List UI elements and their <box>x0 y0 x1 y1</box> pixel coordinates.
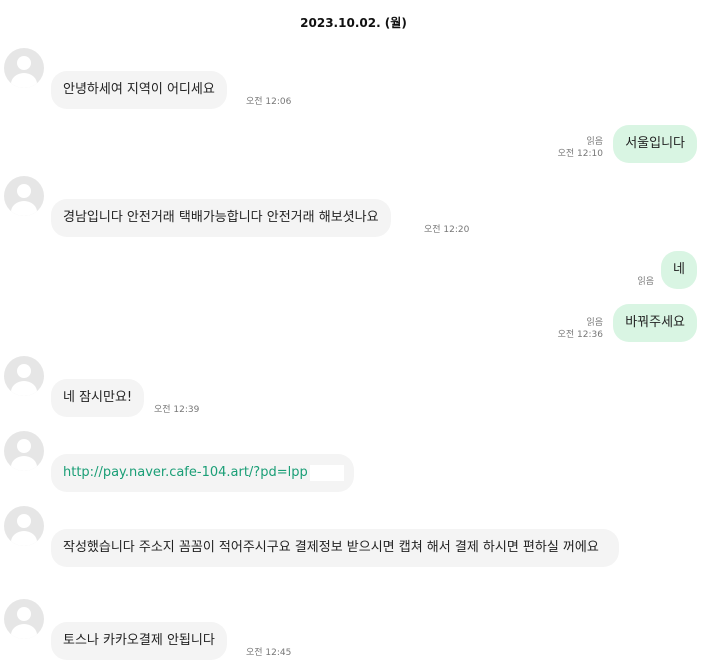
redaction-mask <box>309 464 344 481</box>
sent-message-bubble[interactable]: 네 <box>661 251 697 289</box>
sent-message-bubble[interactable]: 바꿔주세요 <box>613 304 697 342</box>
default-profile-icon <box>11 56 37 88</box>
read-receipt: 읽음 <box>586 137 603 147</box>
received-message-bubble[interactable]: 경남입니다 안전거래 택배가능합니다 안전거래 해보셧나요 <box>51 199 391 237</box>
message-status: 읽음 오전 12:36 <box>558 317 603 341</box>
profile-avatar[interactable] <box>4 176 44 216</box>
message-time: 오전 12:39 <box>154 405 200 415</box>
read-receipt: 읽음 <box>586 318 603 328</box>
profile-avatar[interactable] <box>4 506 44 546</box>
read-receipt: 읽음 <box>637 277 654 287</box>
message-time: 오전 12:20 <box>424 225 470 235</box>
message-time: 오전 12:10 <box>557 149 603 159</box>
default-profile-icon <box>11 607 37 639</box>
profile-avatar[interactable] <box>4 431 44 471</box>
profile-avatar[interactable] <box>4 599 44 639</box>
sent-message-bubble[interactable]: 서울입니다 <box>613 125 697 163</box>
profile-avatar[interactable] <box>4 48 44 88</box>
message-status: 읽음 오전 12:10 <box>558 136 603 160</box>
date-header: 2023.10.02. (월) <box>300 16 407 30</box>
default-profile-icon <box>11 439 37 471</box>
message-status: 읽음 <box>637 276 654 288</box>
default-profile-icon <box>11 514 37 546</box>
received-message-bubble[interactable]: 토스나 카카오결제 안됩니다 <box>51 622 227 660</box>
message-link[interactable]: http://pay.naver.cafe-104.art/?pd=lpp <box>63 465 308 480</box>
message-time: 오전 12:36 <box>557 330 603 340</box>
received-link-bubble[interactable]: http://pay.naver.cafe-104.art/?pd=lpp <box>51 454 354 492</box>
received-message-bubble[interactable]: 안녕하세여 지역이 어디세요 <box>51 71 227 109</box>
default-profile-icon <box>11 184 37 216</box>
received-message-bubble[interactable]: 네 잠시만요! <box>51 379 145 417</box>
message-time: 오전 12:45 <box>246 648 292 658</box>
profile-avatar[interactable] <box>4 356 44 396</box>
default-profile-icon <box>11 364 37 396</box>
received-message-bubble[interactable]: 작성했습니다 주소지 꼼꼼이 적어주시구요 결제정보 받으시면 캡쳐 해서 결제… <box>51 529 619 567</box>
message-time: 오전 12:06 <box>246 97 292 107</box>
